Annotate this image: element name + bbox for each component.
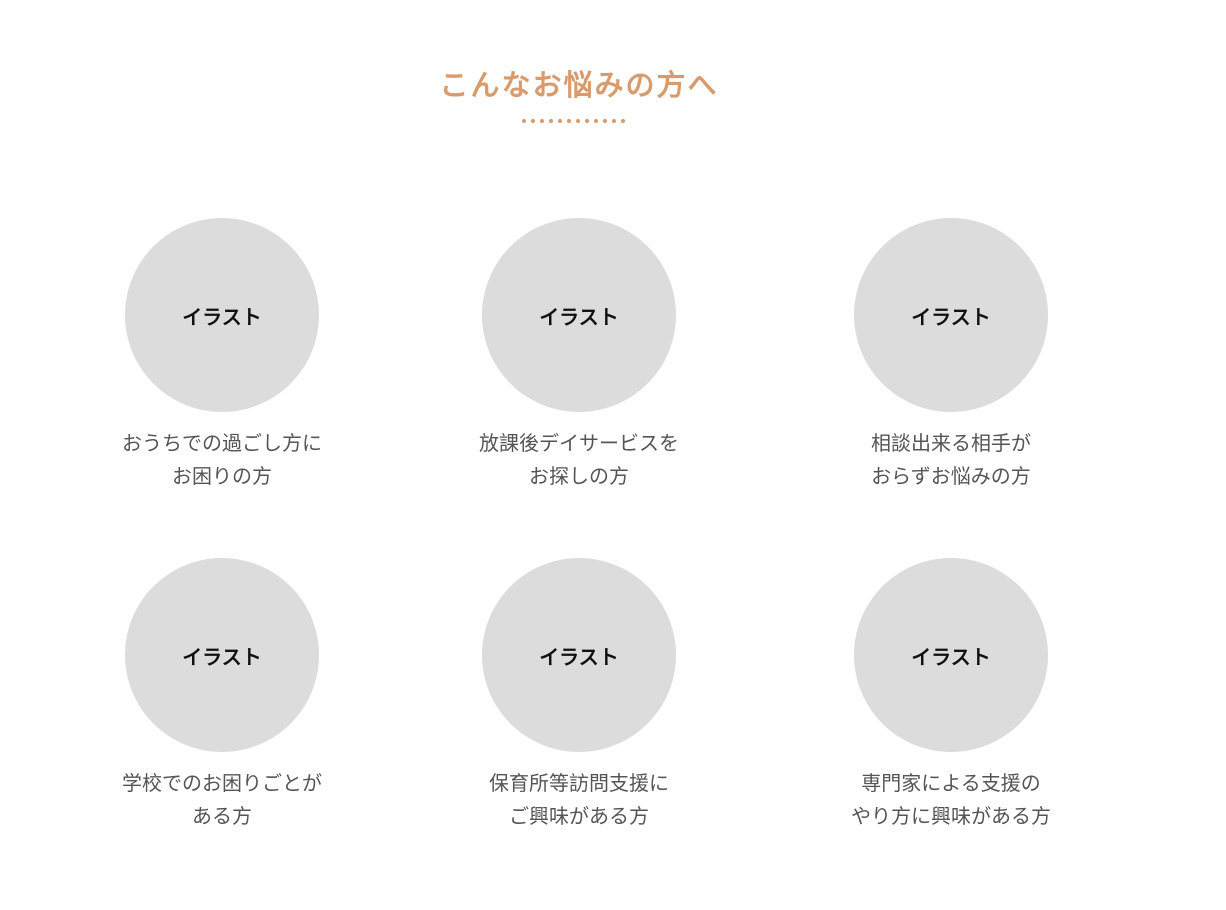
concern-card: イラスト 専門家による支援の やり方に興味がある方: [811, 558, 1091, 833]
illustration-placeholder: イラスト: [125, 558, 319, 752]
caption-line: おうちでの過ごし方に: [122, 431, 322, 455]
caption-line: 学校でのお困りごとが: [122, 771, 322, 795]
concern-card: イラスト 保育所等訪問支援に ご興味がある方: [439, 558, 719, 833]
card-caption: 保育所等訪問支援に ご興味がある方: [439, 767, 719, 833]
divider-dot: [539, 119, 544, 123]
divider-dot: [557, 119, 562, 123]
illustration-placeholder: イラスト: [854, 218, 1048, 412]
concern-card: イラスト 相談出来る相手が おらずお悩みの方: [811, 218, 1091, 493]
caption-line: おらずお悩みの方: [871, 464, 1031, 488]
concern-card: イラスト おうちでの過ごし方に お困りの方: [82, 218, 362, 493]
divider-dot: [593, 119, 598, 123]
illustration-placeholder: イラスト: [854, 558, 1048, 752]
divider-dot: [548, 119, 553, 123]
illustration-label: イラスト: [182, 644, 262, 669]
caption-line: ご興味がある方: [509, 804, 649, 828]
card-caption: 放課後デイサービスを お探しの方: [439, 427, 719, 493]
illustration-label: イラスト: [539, 644, 619, 669]
divider-dot: [566, 119, 571, 123]
section-title: こんなお悩みの方へ: [439, 68, 719, 102]
illustration-label: イラスト: [911, 644, 991, 669]
divider-dot: [530, 119, 535, 123]
caption-line: お探しの方: [529, 464, 629, 488]
title-dotted-divider: [0, 119, 1146, 123]
caption-line: お困りの方: [172, 464, 272, 488]
caption-line: ある方: [192, 804, 252, 828]
divider-dot: [611, 119, 616, 123]
caption-line: やり方に興味がある方: [851, 804, 1051, 828]
illustration-label: イラスト: [539, 304, 619, 329]
concern-card: イラスト 学校でのお困りごとが ある方: [82, 558, 362, 833]
card-caption: 相談出来る相手が おらずお悩みの方: [811, 427, 1091, 493]
illustration-placeholder: イラスト: [482, 558, 676, 752]
concern-card: イラスト 放課後デイサービスを お探しの方: [439, 218, 719, 493]
illustration-placeholder: イラスト: [125, 218, 319, 412]
divider-dot: [521, 119, 526, 123]
divider-dot: [575, 119, 580, 123]
card-caption: 学校でのお困りごとが ある方: [82, 767, 362, 833]
caption-line: 相談出来る相手が: [871, 431, 1031, 455]
divider-dot: [584, 119, 589, 123]
illustration-placeholder: イラスト: [482, 218, 676, 412]
caption-line: 保育所等訪問支援に: [489, 771, 669, 795]
illustration-label: イラスト: [182, 304, 262, 329]
card-caption: おうちでの過ごし方に お困りの方: [82, 427, 362, 493]
caption-line: 専門家による支援の: [861, 771, 1041, 795]
card-caption: 専門家による支援の やり方に興味がある方: [811, 767, 1091, 833]
illustration-label: イラスト: [911, 304, 991, 329]
caption-line: 放課後デイサービスを: [479, 431, 679, 455]
divider-dot: [602, 119, 607, 123]
divider-dot: [620, 119, 625, 123]
